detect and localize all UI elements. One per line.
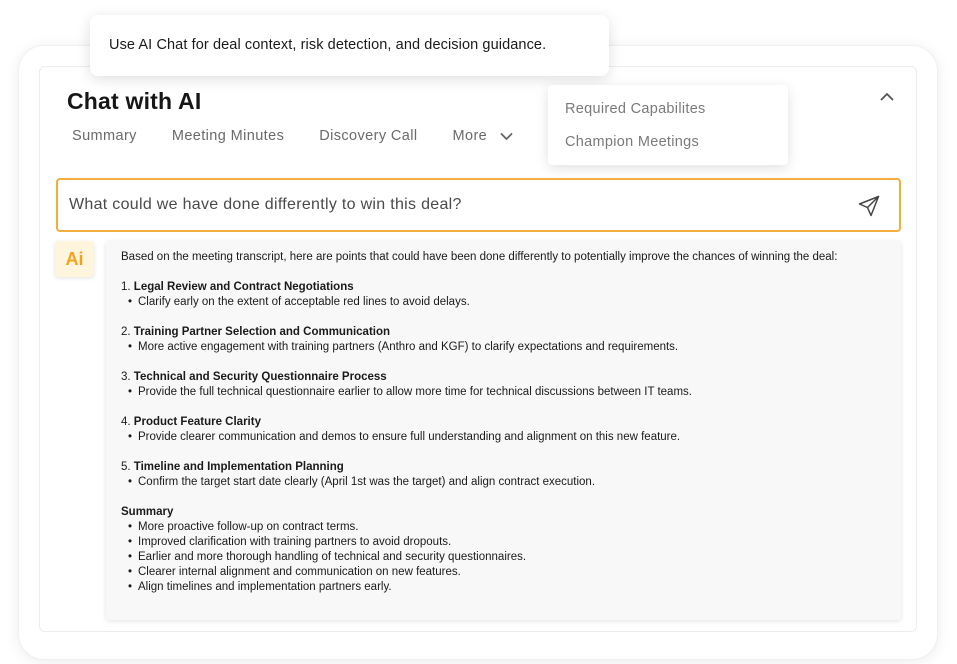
section-number: 3. [121,371,131,383]
tab-more-label: More [452,128,488,144]
bullet-icon: • [128,341,133,353]
tab-bar: Summary Meeting Minutes Discovery Call M… [72,128,513,144]
response-summary: Summary • More proactive follow-up on con… [121,505,886,595]
summary-bullet: Improved clarification with training par… [138,536,452,548]
section-title: Technical and Security Questionnaire Pro… [133,371,387,383]
section-bullet: Provide clearer communication and demos … [138,431,681,443]
section-bullet: Provide the full technical questionnaire… [138,386,692,398]
response-intro: Based on the meeting transcript, here ar… [121,251,838,263]
tooltip-text: Use AI Chat for deal context, risk detec… [109,37,547,53]
tab-summary[interactable]: Summary [72,128,137,144]
summary-bullet: Earlier and more thorough handling of te… [138,551,527,563]
bullet-icon: • [128,581,133,593]
summary-title: Summary [121,506,174,518]
section-bullet: Confirm the target start date clearly (A… [138,476,596,488]
section-bullet: Clarify early on the extent of acceptabl… [138,296,470,308]
chat-input-box [56,178,901,232]
bullet-icon: • [128,431,133,443]
response-section: 3. Technical and Security Questionnaire … [121,370,886,400]
section-number: 2. [121,326,131,338]
response-section: 5. Timeline and Implementation Planning … [121,460,886,490]
bullet-icon: • [128,386,133,398]
section-number: 5. [121,461,131,473]
chat-input[interactable] [69,196,839,214]
send-icon [858,195,880,217]
bullet-icon: • [128,476,133,488]
tab-meeting-minutes[interactable]: Meeting Minutes [172,128,284,144]
section-title: Timeline and Implementation Planning [133,461,344,473]
response-section: 1. Legal Review and Contract Negotiation… [121,280,886,310]
tab-more[interactable]: More [453,128,514,144]
dropdown-item-required-capabilities[interactable]: Required Capabilites [548,100,788,133]
bullet-icon: • [128,296,133,308]
summary-bullet: More proactive follow-up on contract ter… [138,521,359,533]
collapse-button[interactable] [876,86,898,106]
section-bullet: More active engagement with training par… [138,341,679,353]
ai-avatar: Ai [55,241,94,277]
section-title: Legal Review and Contract Negotiations [133,281,354,293]
chevron-down-icon [500,132,513,141]
bullet-icon: • [128,536,133,548]
chevron-up-icon [880,92,894,100]
info-tooltip: Use AI Chat for deal context, risk detec… [90,15,609,76]
summary-bullet: Align timelines and implementation partn… [138,581,392,593]
section-number: 1. [121,281,131,293]
bullet-icon: • [128,521,133,533]
response-section: 2. Training Partner Selection and Commun… [121,325,886,355]
bullet-icon: • [128,566,133,578]
section-title: Training Partner Selection and Communica… [133,326,391,338]
ai-response: Based on the meeting transcript, here ar… [106,241,901,620]
summary-bullet: Clearer internal alignment and communica… [138,566,461,578]
bullet-icon: • [128,551,133,563]
tab-discovery-call[interactable]: Discovery Call [319,128,417,144]
dropdown-item-champion-meetings[interactable]: Champion Meetings [548,133,788,166]
more-dropdown-menu: Required Capabilites Champion Meetings [548,85,788,165]
section-number: 4. [121,416,131,428]
send-button[interactable] [857,194,881,218]
page-title: Chat with AI [67,88,202,114]
ai-avatar-label: Ai [65,248,84,269]
response-section: 4. Product Feature Clarity • Provide clea… [121,415,886,445]
section-title: Product Feature Clarity [133,416,261,428]
